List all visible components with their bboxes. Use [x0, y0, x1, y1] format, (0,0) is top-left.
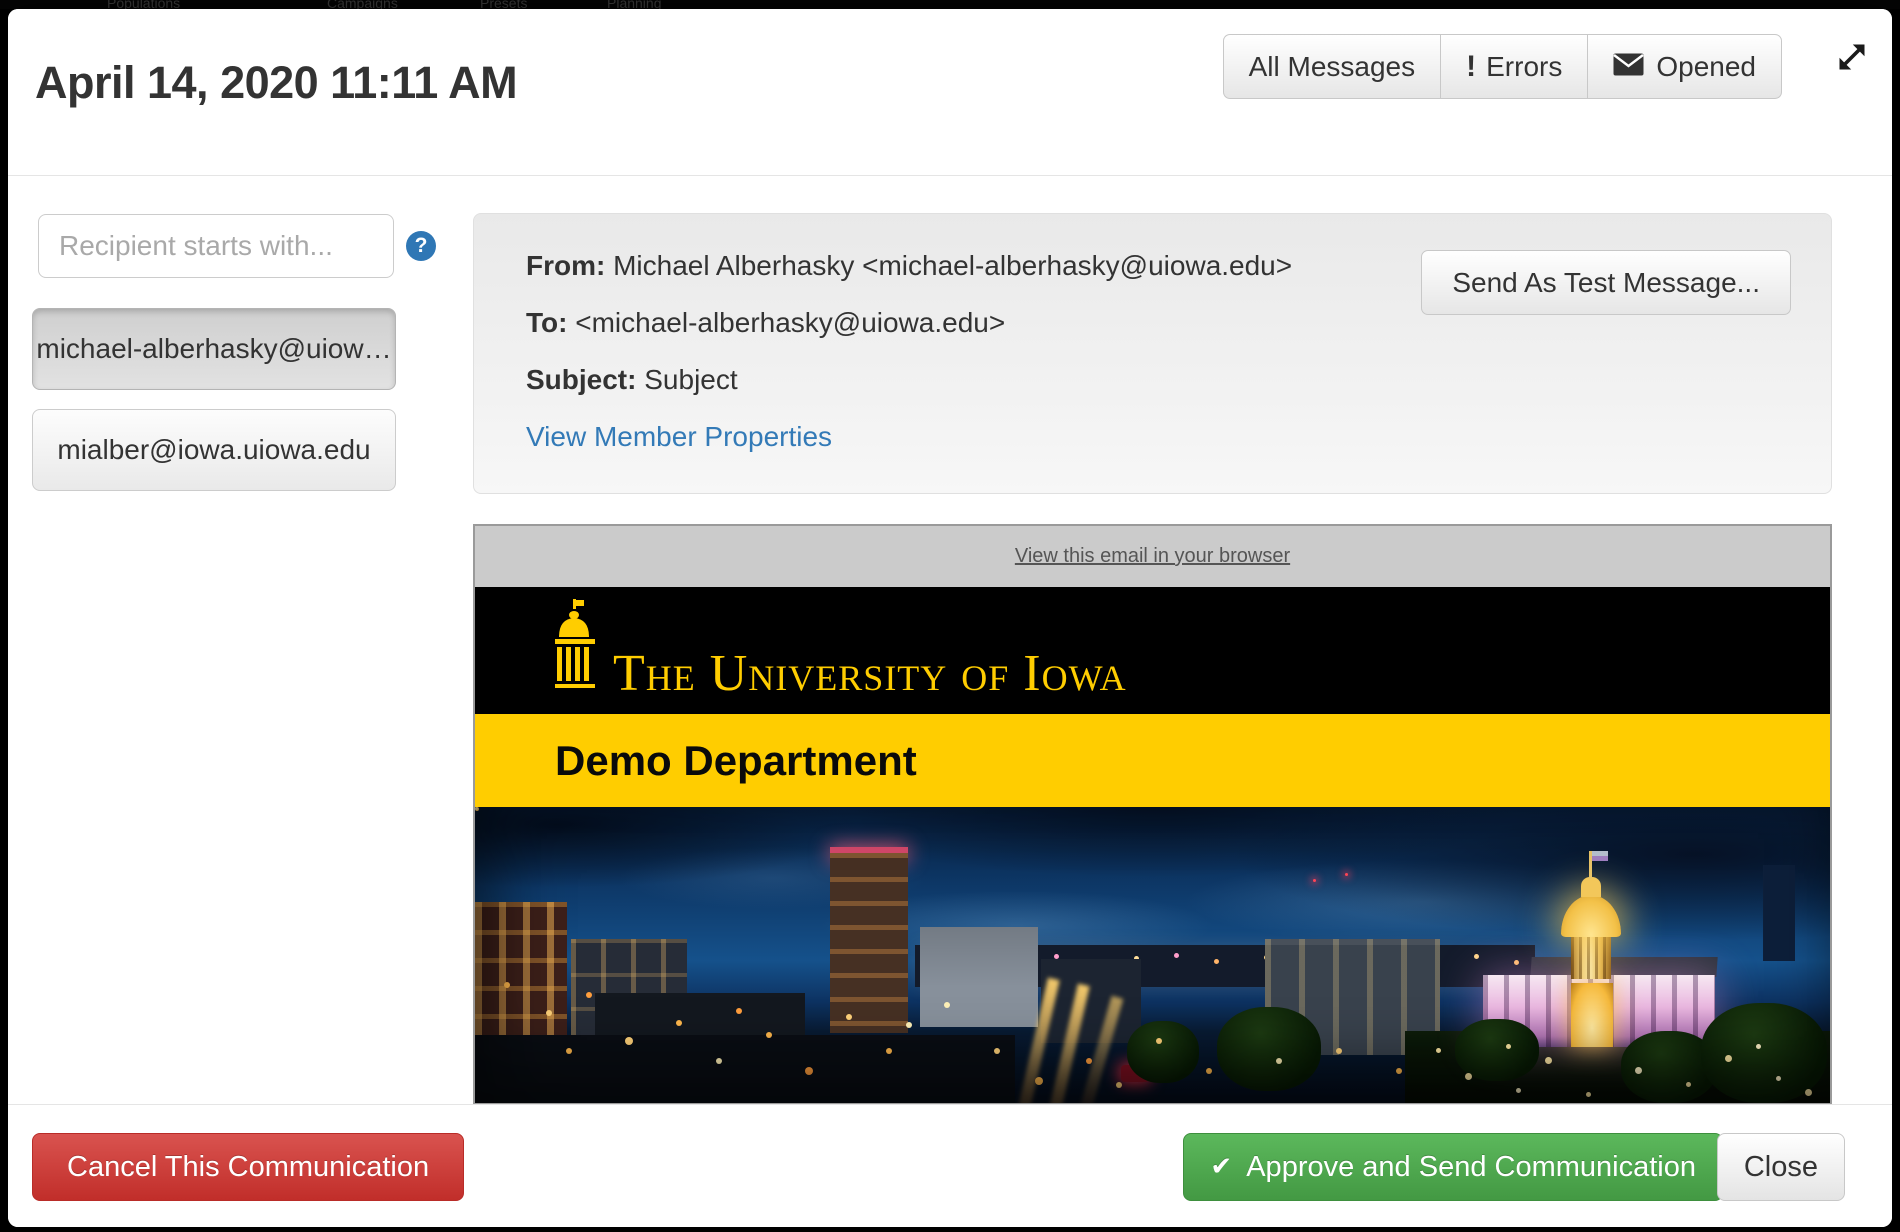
- to-label: To:: [526, 307, 568, 338]
- bg-nav-item: Presets: [480, 0, 528, 9]
- subject-value: Subject: [644, 364, 738, 395]
- recipient-item-mialber[interactable]: mialber@iowa.uiowa.edu: [32, 409, 396, 491]
- from-value: Michael Alberhasky <michael-alberhasky@u…: [613, 250, 1293, 281]
- university-logo-text: The University of Iowa: [613, 645, 1127, 702]
- opened-button[interactable]: Opened: [1587, 34, 1782, 99]
- modal-footer: Cancel This Communication ✔ Approve and …: [8, 1104, 1892, 1227]
- opened-label: Opened: [1656, 50, 1756, 82]
- communication-modal: April 14, 2020 11:11 AM All Messages ! E…: [8, 9, 1892, 1227]
- expand-icon[interactable]: [1834, 39, 1870, 75]
- recipient-item-michael-alberhasky[interactable]: michael-alberhasky@uiow…: [32, 308, 396, 390]
- all-messages-label: All Messages: [1248, 50, 1416, 82]
- modal-header: April 14, 2020 11:11 AM All Messages ! E…: [8, 9, 1892, 176]
- subject-row: Subject: Subject: [526, 366, 1791, 394]
- close-button[interactable]: Close: [1716, 1133, 1845, 1201]
- help-icon[interactable]: ?: [406, 231, 436, 261]
- exclamation-icon: !: [1466, 49, 1477, 83]
- approve-send-label: Approve and Send Communication: [1246, 1150, 1696, 1183]
- background-navbar: Populations Campaigns Presets Planning: [0, 0, 1900, 9]
- approve-send-button[interactable]: ✔ Approve and Send Communication: [1183, 1133, 1723, 1201]
- errors-label: Errors: [1486, 50, 1563, 82]
- bg-nav-item: Campaigns: [327, 0, 398, 9]
- browser-bar: View this email in your browser: [475, 526, 1830, 587]
- all-messages-button[interactable]: All Messages: [1222, 34, 1441, 99]
- bg-nav-item: Planning: [607, 0, 662, 9]
- department-name: Demo Department: [555, 736, 917, 784]
- checkmark-icon: ✔: [1210, 1152, 1233, 1182]
- communication-date-title: April 14, 2020 11:11 AM: [35, 57, 518, 108]
- view-in-browser-link[interactable]: View this email in your browser: [1015, 545, 1290, 568]
- to-value: <michael-alberhasky@uiowa.edu>: [575, 307, 1006, 338]
- photo-vignette: [475, 807, 1830, 1103]
- old-capitol-dome-icon: [553, 599, 597, 700]
- campus-photo: [475, 807, 1830, 1103]
- errors-button[interactable]: ! Errors: [1440, 34, 1588, 99]
- email-preview: View this email in your browser The Univ…: [473, 524, 1832, 1105]
- subject-label: Subject:: [526, 364, 637, 395]
- university-logo-banner: The University of Iowa: [475, 587, 1830, 714]
- from-label: From:: [526, 250, 606, 281]
- message-header-panel: From: Michael Alberhasky <michael-alberh…: [473, 213, 1832, 494]
- send-test-message-button[interactable]: Send As Test Message...: [1421, 250, 1791, 315]
- view-member-properties-link[interactable]: View Member Properties: [526, 421, 832, 452]
- bg-nav-item: Populations: [107, 0, 181, 9]
- cancel-communication-button[interactable]: Cancel This Communication: [32, 1133, 465, 1201]
- envelope-icon: [1613, 51, 1645, 83]
- recipient-search-input[interactable]: [38, 214, 394, 278]
- department-banner: Demo Department: [475, 714, 1830, 807]
- message-filter-group: All Messages ! Errors Opened: [1222, 34, 1782, 99]
